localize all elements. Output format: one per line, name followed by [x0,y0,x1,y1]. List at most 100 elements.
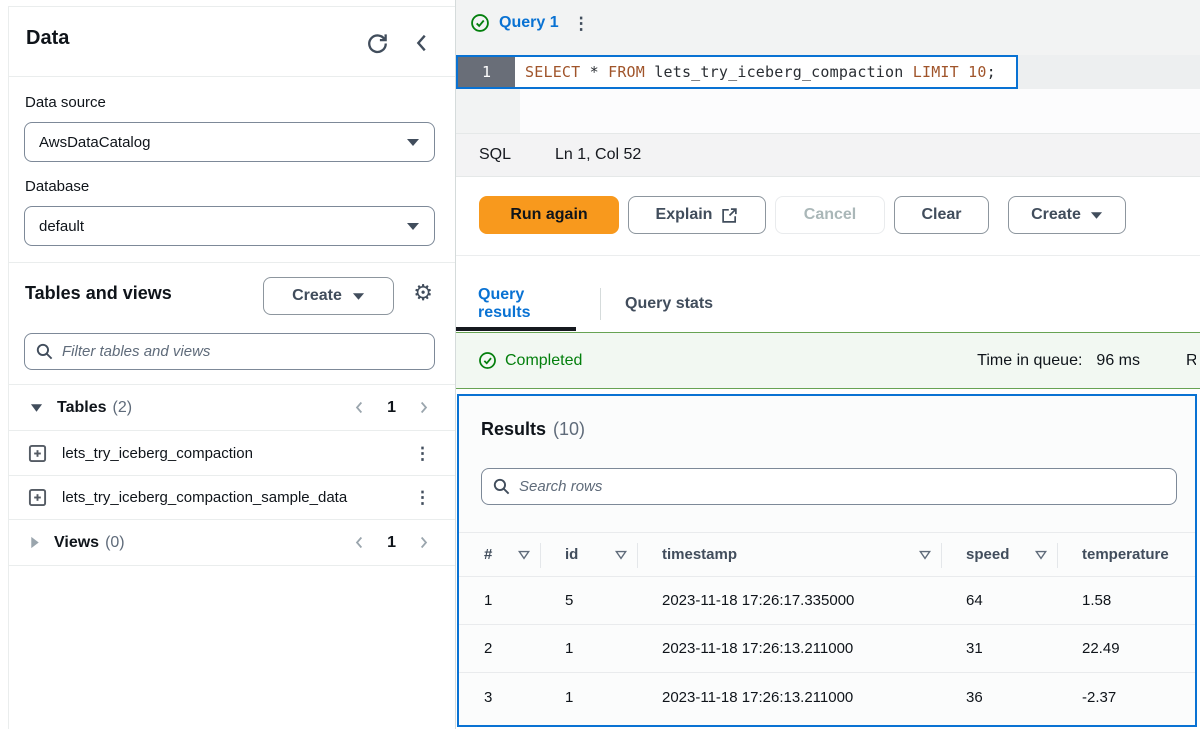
tables-section-row[interactable]: Tables (2) 1 [0,385,455,430]
query-editor-area: Query 1 ⋮ 1 SELECT * FROM lets_try_icebe… [456,0,1200,729]
truncated-metric-label: R [1186,352,1196,370]
results-table-header: # id timestamp speed temperature [459,532,1195,577]
views-section-row[interactable]: Views (0) 1 [0,520,455,565]
database-label: Database [25,178,89,195]
cell-timestamp: 2023-11-18 17:26:17.335000 [637,577,941,624]
column-header[interactable]: id [540,533,637,576]
tab-query-results[interactable]: Query results [456,280,576,328]
cancel-button[interactable]: Cancel [775,196,885,234]
search-rows-box [481,468,1177,505]
editor-language: SQL [479,146,511,164]
explain-button[interactable]: Explain [628,196,766,234]
table-name: lets_try_iceberg_compaction [62,445,253,462]
refresh-button[interactable] [366,32,389,55]
triangle-down-icon [30,403,43,413]
table-row[interactable]: 2 1 2023-11-18 17:26:13.211000 31 22.49 [459,625,1195,673]
tables-page-number: 1 [387,399,396,417]
gear-icon: ⚙ [413,280,433,305]
divider [9,565,455,566]
divider [9,262,455,263]
run-again-button[interactable]: Run again [479,196,619,234]
panel-title: Data [26,27,69,50]
table-item[interactable]: lets_try_iceberg_compaction_sample_data … [0,475,455,519]
editor-background[interactable] [1017,55,1200,89]
views-next-page-button[interactable] [416,535,431,550]
create-table-button[interactable]: Create [263,277,394,315]
sql-token: FROM [608,63,645,81]
sql-code-line[interactable]: SELECT * FROM lets_try_iceberg_compactio… [515,57,1016,87]
caret-down-icon [406,138,420,147]
search-icon [492,477,511,496]
column-header[interactable]: timestamp [637,533,941,576]
cell-id: 1 [540,625,637,672]
search-rows-input[interactable] [519,478,1166,495]
tab-query-stats[interactable]: Query stats [625,280,713,328]
tables-and-views-heading: Tables and views [25,283,172,304]
table-row[interactable]: 3 1 2023-11-18 17:26:13.211000 36 -2.37 [459,673,1195,721]
cell-temperature: -2.37 [1057,673,1195,721]
filter-tables-input[interactable] [62,343,424,360]
data-source-select[interactable]: AwsDataCatalog [24,122,435,162]
clear-button[interactable]: Clear [894,196,989,234]
column-header[interactable]: speed [941,533,1057,576]
create-label: Create [1031,206,1081,224]
cell-timestamp: 2023-11-18 17:26:13.211000 [637,673,941,721]
cell-speed: 36 [941,673,1057,721]
table-item[interactable]: lets_try_iceberg_compaction ⋮ [0,431,455,475]
create-button-label: Create [292,287,342,305]
tables-prev-page-button[interactable] [352,400,367,415]
column-label: timestamp [662,546,737,563]
sort-icon[interactable] [1035,550,1047,560]
sql-editor-active-line[interactable]: 1 SELECT * FROM lets_try_iceberg_compact… [456,55,1018,89]
time-in-queue-label: Time in queue: [977,352,1082,370]
sort-icon[interactable] [518,550,530,560]
column-header[interactable]: temperature [1057,533,1195,576]
data-source-value: AwsDataCatalog [39,134,150,151]
table-actions-button[interactable]: ⋮ [414,489,431,506]
sql-token: 10 [959,63,987,81]
cell-timestamp: 2023-11-18 17:26:13.211000 [637,625,941,672]
settings-button[interactable]: ⚙ [413,282,433,304]
cancel-label: Cancel [804,206,856,224]
cell-row-number: 2 [459,625,540,672]
chevron-left-icon [352,400,367,415]
create-dropdown-button[interactable]: Create [1008,196,1126,234]
cell-row-number: 3 [459,673,540,721]
column-label: # [484,546,492,563]
sql-token: * [580,63,608,81]
table-actions-button[interactable]: ⋮ [414,445,431,462]
views-section-label: Views [54,534,99,552]
kebab-icon: ⋮ [573,14,590,33]
query-tab-menu-button[interactable]: ⋮ [573,15,590,32]
sort-icon[interactable] [919,550,931,560]
query-tab-label: Query 1 [499,14,559,32]
table-row[interactable]: 1 5 2023-11-18 17:26:17.335000 64 1.58 [459,577,1195,625]
cell-temperature: 1.58 [1057,577,1195,624]
chevron-right-icon [416,400,431,415]
tables-count: (2) [113,399,133,417]
results-table: # id timestamp speed temperature [459,532,1195,721]
editor-empty-area[interactable] [456,89,1200,133]
query-tab[interactable]: Query 1 ⋮ [470,13,590,33]
success-check-icon [478,351,497,370]
tab-divider [600,288,601,320]
results-title: Results(10) [481,419,585,440]
cell-id: 1 [540,673,637,721]
tables-section-label: Tables [57,399,107,417]
views-prev-page-button[interactable] [352,535,367,550]
search-icon [35,342,54,361]
line-number: 1 [458,57,515,87]
explain-label: Explain [656,206,713,224]
run-again-label: Run again [510,206,587,224]
data-panel-header: Data [9,6,455,77]
collapse-panel-button[interactable] [411,32,433,54]
chevron-left-icon [411,32,433,54]
sql-token: SELECT [525,63,580,81]
column-header[interactable]: # [459,533,540,576]
external-link-icon [721,207,738,224]
line-number-gutter [456,89,520,133]
tables-next-page-button[interactable] [416,400,431,415]
sort-icon[interactable] [615,550,627,560]
time-in-queue-value: 96 ms [1096,352,1140,370]
database-select[interactable]: default [24,206,435,246]
